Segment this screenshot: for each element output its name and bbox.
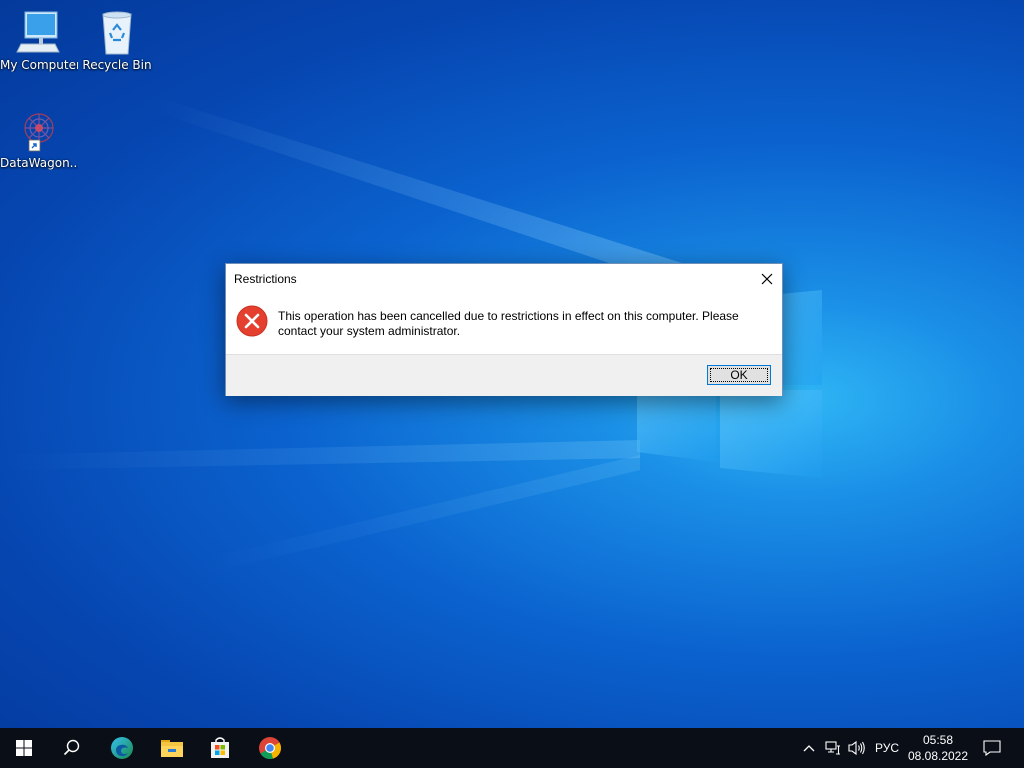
file-explorer-icon — [161, 740, 183, 757]
volume-icon — [848, 740, 865, 756]
notifications-icon — [983, 740, 1001, 756]
datawagon-shortcut-icon — [15, 106, 63, 154]
desktop-icon-label: DataWagon... — [0, 156, 78, 170]
store-icon — [211, 737, 229, 758]
dialog-message: This operation has been cancelled due to… — [278, 309, 739, 338]
desktop: My Computer Recycle Bin DataWagon... Res… — [0, 0, 1024, 728]
computer-icon — [15, 8, 63, 56]
desktop-icon-datawagon[interactable]: DataWagon... — [0, 106, 78, 170]
taskbar-chrome[interactable] — [246, 728, 294, 768]
clock-time: 05:58 — [922, 733, 954, 747]
search-icon — [63, 739, 80, 756]
dialog-footer: OK — [226, 354, 782, 396]
error-icon — [236, 305, 268, 337]
desktop-icon-recycle-bin[interactable]: Recycle Bin — [78, 8, 156, 72]
network-button[interactable] — [822, 728, 844, 768]
close-button[interactable] — [752, 264, 782, 293]
chevron-up-icon — [803, 745, 815, 752]
desktop-icon-label: Recycle Bin — [82, 58, 152, 72]
chrome-icon — [259, 737, 281, 760]
taskbar: РУС 05:58 08.08.2022 — [0, 728, 1024, 768]
start-icon — [16, 740, 32, 756]
action-center-button[interactable] — [978, 728, 1006, 768]
language-indicator[interactable]: РУС — [870, 728, 904, 768]
edge-icon — [111, 737, 133, 759]
ok-button[interactable]: OK — [707, 365, 771, 385]
taskbar-store[interactable] — [196, 728, 244, 768]
clock-date: 08.08.2022 — [907, 749, 969, 763]
show-hidden-icons-button[interactable] — [798, 728, 820, 768]
restrictions-dialog: Restrictions This operation has been can… — [225, 263, 783, 396]
dialog-title: Restrictions — [234, 272, 297, 286]
taskbar-file-explorer[interactable] — [148, 728, 196, 768]
search-button[interactable] — [48, 728, 96, 768]
desktop-icon-my-computer[interactable]: My Computer — [0, 8, 78, 72]
desktop-icon-label: My Computer — [0, 58, 78, 72]
taskbar-edge[interactable] — [98, 728, 146, 768]
clock[interactable]: 05:58 08.08.2022 — [902, 732, 974, 764]
dialog-body: This operation has been cancelled due to… — [226, 294, 782, 354]
start-button[interactable] — [0, 728, 48, 768]
network-icon — [825, 741, 840, 755]
close-icon — [761, 273, 773, 284]
volume-button[interactable] — [846, 728, 868, 768]
language-label: РУС — [874, 741, 900, 755]
recycle-bin-icon — [93, 8, 141, 56]
